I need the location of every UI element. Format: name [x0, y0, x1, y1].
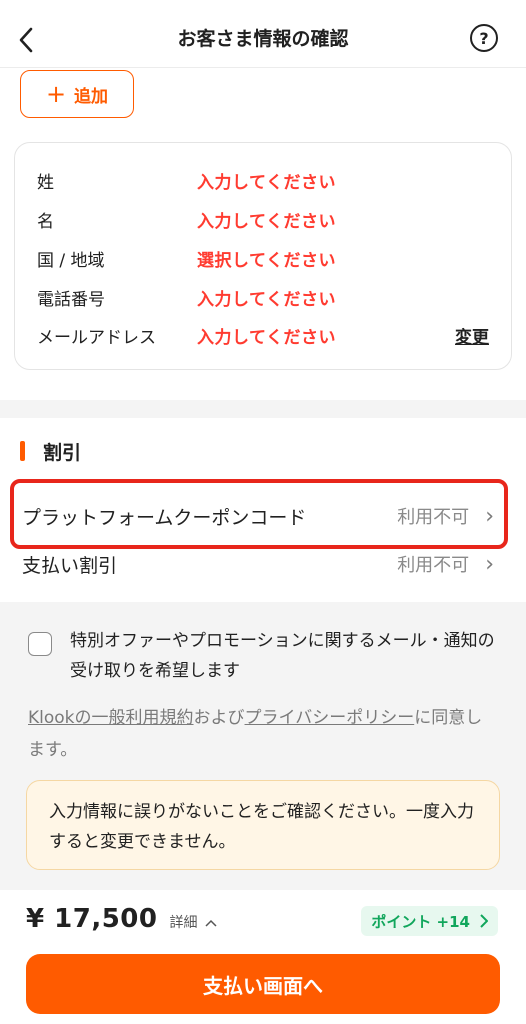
- discount-row-status: 利用不可: [397, 555, 470, 576]
- help-button[interactable]: ?: [470, 24, 498, 52]
- detail-label: 詳細: [169, 915, 198, 931]
- page-title: お客さま情報の確認: [177, 28, 349, 50]
- field-value: 入力してください: [197, 172, 336, 193]
- field-label: 電話番号: [37, 289, 105, 310]
- discount-section-title: 割引: [20, 438, 81, 464]
- points-label: ポイント +14: [371, 912, 470, 931]
- checkout-page: お客さま情報の確認 ? + 追加 姓 入力してください 名 入力してください 国…: [0, 0, 526, 1024]
- field-label: 国 / 地域: [37, 250, 105, 271]
- field-row-country[interactable]: 国 / 地域 選択してください: [37, 243, 489, 273]
- price-detail-toggle[interactable]: 詳細: [169, 912, 217, 932]
- points-badge[interactable]: ポイント +14: [361, 906, 498, 936]
- plus-icon: +: [45, 80, 67, 108]
- field-value: 入力してください: [197, 289, 336, 310]
- field-value: 選択してください: [197, 250, 336, 271]
- proceed-to-payment-button[interactable]: 支払い画面へ: [26, 954, 500, 1014]
- total-price: ¥ 17,500: [26, 904, 158, 934]
- chevron-right-icon: ›: [485, 551, 494, 577]
- confirmation-notice: 入力情報に誤りがないことをご確認ください。一度入力すると変更できません。: [26, 780, 500, 870]
- help-icon: ?: [479, 28, 489, 48]
- field-label: 姓: [37, 172, 54, 193]
- chevron-right-icon: [480, 914, 488, 928]
- marketing-opt-in-checkbox[interactable]: [28, 632, 52, 656]
- privacy-policy-link[interactable]: プライバシーポリシー: [245, 708, 415, 728]
- field-row-last-name[interactable]: 姓 入力してください: [37, 165, 489, 195]
- notice-text: 入力情報に誤りがないことをご確認ください。一度入力すると変更できません。: [49, 802, 474, 852]
- header: お客さま情報の確認 ?: [0, 0, 526, 68]
- highlight-annotation: [10, 479, 508, 549]
- section-divider: [0, 400, 526, 418]
- field-row-phone[interactable]: 電話番号 入力してください: [37, 282, 489, 312]
- field-row-email[interactable]: メールアドレス 入力してください 変更: [37, 320, 489, 350]
- field-label: メールアドレス: [37, 327, 156, 348]
- add-button-label: 追加: [74, 86, 109, 107]
- terms-of-use-link[interactable]: Klookの一般利用規約: [28, 708, 194, 728]
- pay-button-label: 支払い画面へ: [203, 973, 323, 998]
- field-value: 入力してください: [197, 327, 336, 348]
- terms-text-and: および: [193, 708, 245, 728]
- price-summary: ¥ 17,500 詳細: [26, 904, 217, 934]
- marketing-opt-in-label: 特別オファーやプロモーションに関するメール・通知の受け取りを希望します: [70, 631, 495, 681]
- field-value: 入力してください: [197, 211, 336, 232]
- section-accent-bar: [20, 441, 25, 461]
- payment-discount-row[interactable]: 支払い割引 利用不可 ›: [22, 546, 494, 582]
- change-link[interactable]: 変更: [455, 323, 489, 348]
- section-title-text: 割引: [43, 441, 82, 464]
- field-label: 名: [37, 211, 54, 232]
- chevron-up-icon: [205, 919, 217, 927]
- add-traveler-button[interactable]: + 追加: [20, 70, 134, 118]
- discount-row-label: 支払い割引: [22, 554, 118, 577]
- traveler-info-card: 姓 入力してください 名 入力してください 国 / 地域 選択してください 電話…: [14, 142, 512, 370]
- field-row-first-name[interactable]: 名 入力してください: [37, 204, 489, 234]
- terms-text: Klookの一般利用規約およびプライバシーポリシーに同意します。: [28, 702, 498, 766]
